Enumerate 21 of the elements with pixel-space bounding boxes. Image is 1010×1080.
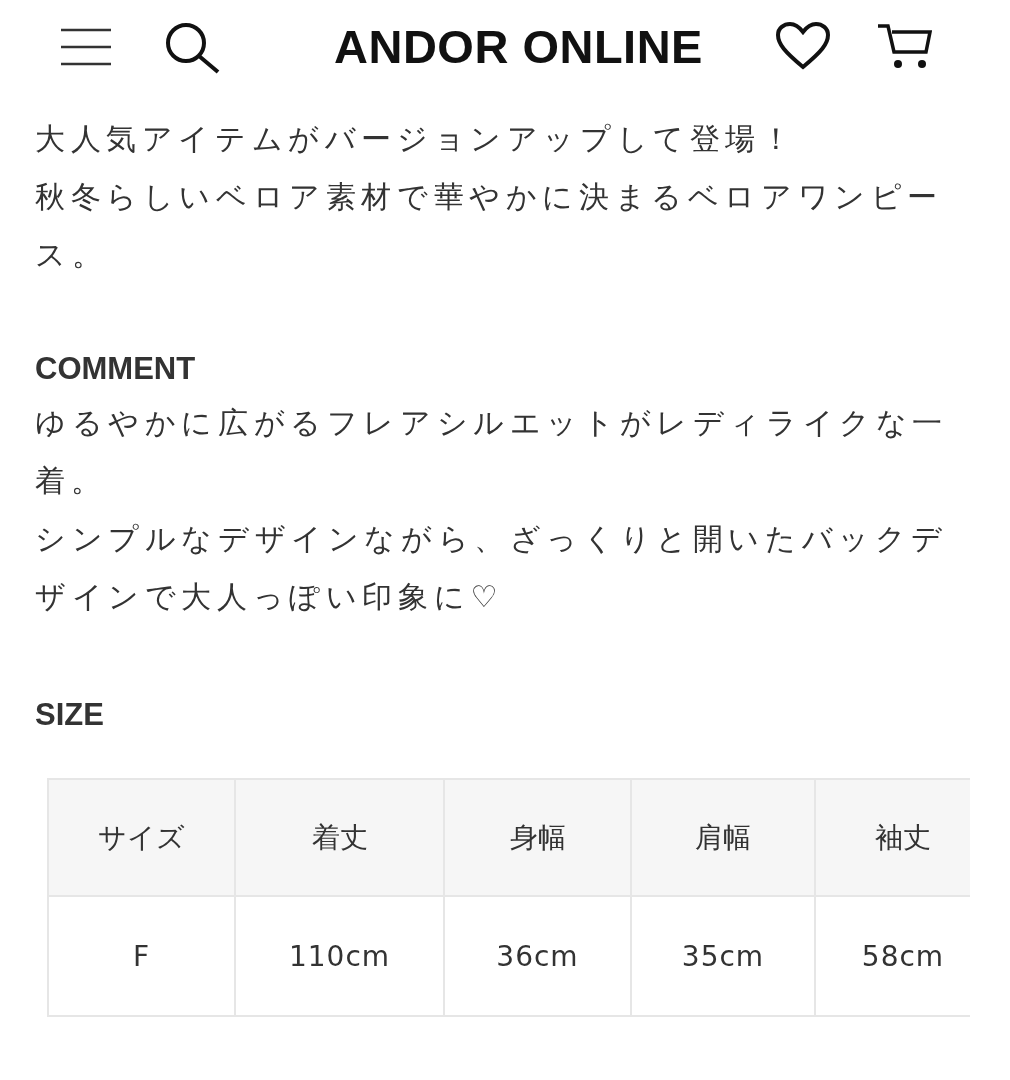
size-heading: SIZE xyxy=(35,696,105,734)
menu-icon[interactable] xyxy=(61,27,111,67)
comment-text: ゆるやかに広がるフレアシルエットがレディライクな一着。 xyxy=(35,404,949,500)
column-header: 着丈 xyxy=(235,779,444,896)
comment-text: シンプルなデザインながら、ざっくりと開いたバックデザインで大人っぽい印象に♡ xyxy=(35,520,949,616)
column-header: 身幅 xyxy=(444,779,631,896)
table-cell: F xyxy=(48,896,235,1016)
search-icon[interactable] xyxy=(164,22,222,74)
description-text: 秋冬らしいベロア素材で華やかに決まるベロアワンピース。 xyxy=(35,178,944,274)
table-cell: 36cm xyxy=(444,896,631,1016)
comment-heading: COMMENT xyxy=(35,350,197,388)
table-cell: 110cm xyxy=(235,896,444,1016)
column-header: 肩幅 xyxy=(631,779,815,896)
table-cell: 58cm xyxy=(815,896,970,1016)
description-text: 大人気アイテムがバージョンアップして登場！ xyxy=(35,120,798,158)
site-logo[interactable]: ANDOR ONLINE xyxy=(334,18,703,74)
table-cell: 35cm xyxy=(631,896,815,1016)
column-header: 袖丈 xyxy=(815,779,970,896)
heart-icon[interactable] xyxy=(774,22,831,70)
cart-icon[interactable] xyxy=(877,22,932,70)
column-header: サイズ xyxy=(48,779,235,896)
